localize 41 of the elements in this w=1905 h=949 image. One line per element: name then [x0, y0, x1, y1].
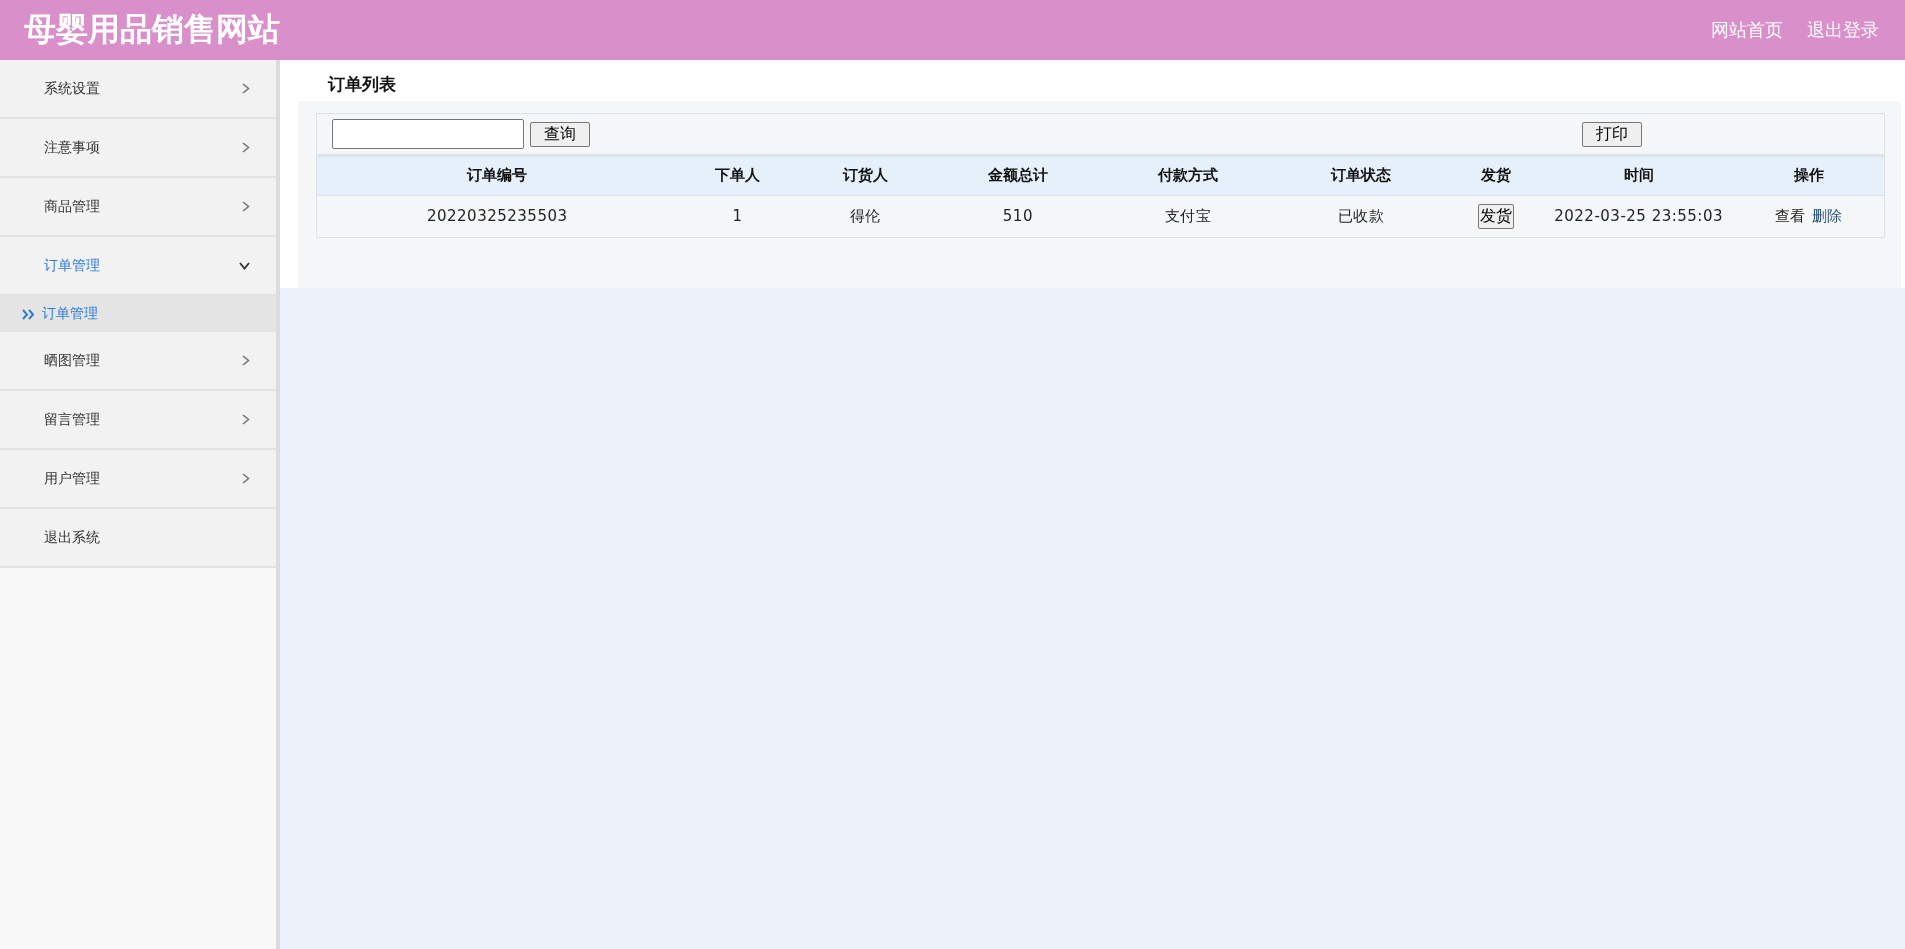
table-cell: 510 — [932, 195, 1103, 237]
column-header: 金额总计 — [932, 157, 1103, 195]
print-button[interactable]: 打印 — [1582, 121, 1642, 147]
sidebar-item[interactable]: 订单管理 — [0, 237, 276, 296]
table-cell: 已收款 — [1273, 195, 1449, 237]
column-header: 订单编号 — [317, 157, 678, 195]
table-cell: 1 — [677, 195, 798, 237]
double-chevron-icon — [22, 308, 36, 320]
chevron-right-icon — [242, 355, 250, 366]
table-cell: 得伦 — [797, 195, 933, 237]
sidebar-item[interactable]: 晒图管理 — [0, 332, 276, 391]
chevron-right-icon — [242, 142, 250, 153]
table-cell: 20220325235503 — [317, 195, 678, 237]
sidebar-item[interactable]: 商品管理 — [0, 178, 276, 237]
column-header: 订单状态 — [1273, 157, 1449, 195]
chevron-right-icon — [242, 83, 250, 94]
sidebar-item[interactable]: 退出系统 — [0, 509, 276, 568]
table-cell: 支付宝 — [1102, 195, 1274, 237]
chevron-right-icon — [242, 473, 250, 484]
chevron-down-icon — [239, 261, 250, 270]
column-header: 付款方式 — [1102, 157, 1274, 195]
column-header: 时间 — [1543, 157, 1734, 195]
search-button[interactable]: 查询 — [530, 121, 590, 147]
table-cell: 2022-03-25 23:55:03 — [1543, 195, 1734, 237]
search-field[interactable] — [332, 119, 524, 149]
sidebar-item[interactable]: 系统设置 — [0, 60, 276, 119]
page-title: 订单列表 — [326, 73, 397, 96]
column-header: 发货 — [1448, 157, 1544, 195]
delete-link[interactable]: 删除 — [1811, 206, 1843, 225]
sidebar-item[interactable]: 用户管理 — [0, 450, 276, 509]
chevron-right-icon — [242, 414, 250, 425]
column-header: 操作 — [1733, 157, 1884, 195]
site-title: 母婴用品销售网站 — [24, 9, 280, 50]
column-header: 订货人 — [797, 157, 933, 195]
sidebar-item[interactable]: 留言管理 — [0, 391, 276, 450]
sidebar-subitem[interactable]: 订单管理 — [0, 296, 276, 332]
column-header: 下单人 — [677, 157, 798, 195]
sidebar-item[interactable]: 注意事项 — [0, 119, 276, 178]
ship-button[interactable]: 发货 — [1477, 203, 1514, 229]
chevron-right-icon — [242, 201, 250, 212]
view-link[interactable]: 查看 — [1774, 206, 1806, 225]
